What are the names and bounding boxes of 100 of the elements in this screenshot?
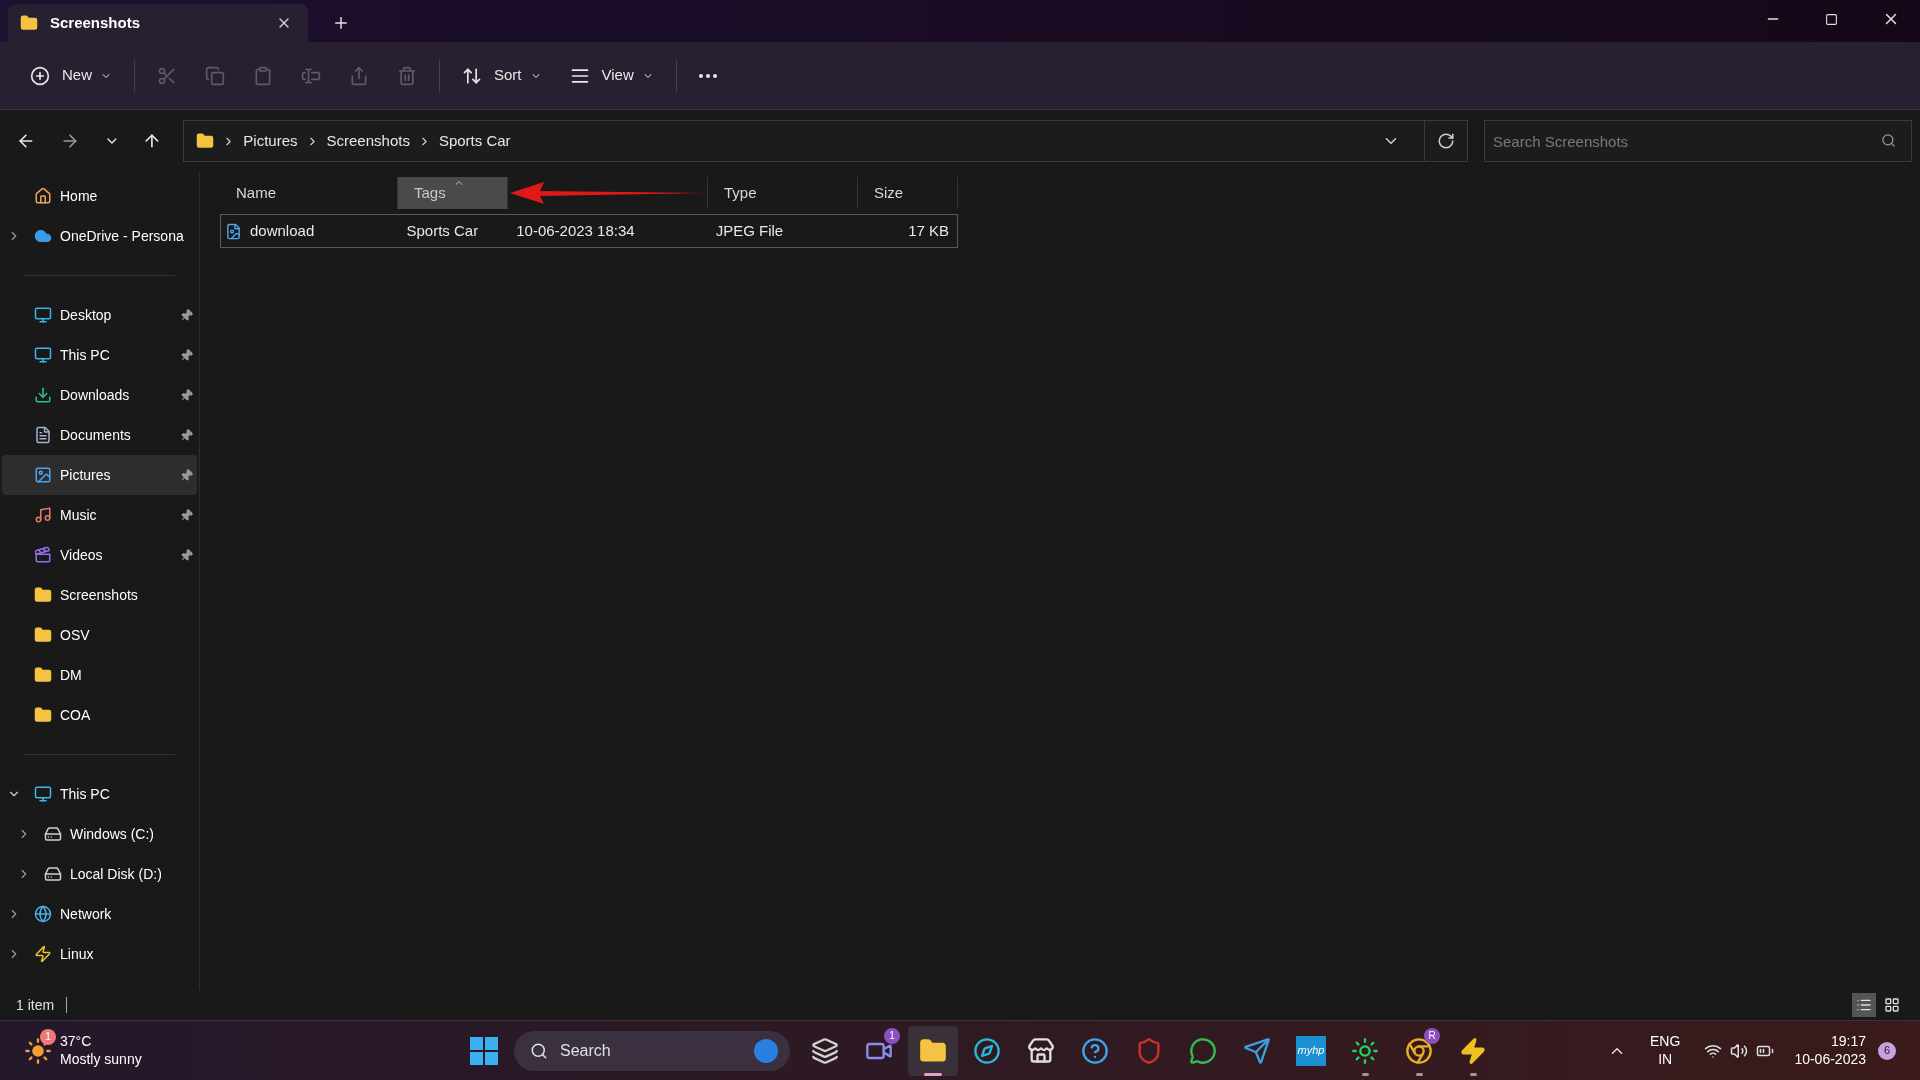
sidebar-item[interactable]: Documents — [2, 415, 197, 455]
sidebar-label: Videos — [60, 545, 104, 565]
column-header[interactable]: Type — [708, 177, 858, 209]
taskbar-app[interactable] — [908, 1025, 958, 1076]
refresh-icon[interactable] — [1437, 132, 1455, 150]
search-field[interactable]: Search Screenshots — [1484, 120, 1912, 162]
sidebar-item[interactable]: Local Disk (D:) — [2, 854, 197, 894]
window-tab[interactable]: Screenshots — [8, 4, 308, 42]
desktop-icon — [34, 306, 52, 324]
download-icon — [34, 386, 52, 404]
sidebar-item[interactable]: Windows (C:) — [2, 814, 197, 854]
sidebar-label: OneDrive - Persona — [60, 226, 185, 246]
sidebar-label: Local Disk (D:) — [70, 864, 163, 884]
chat-icon — [1189, 1036, 1217, 1065]
store-icon — [1027, 1036, 1055, 1065]
sidebar-item[interactable]: Downloads — [2, 375, 197, 415]
notification-badge[interactable]: 6 — [1878, 1041, 1896, 1060]
sidebar-label: Screenshots — [60, 585, 139, 605]
windows-stack-icon — [811, 1036, 839, 1065]
image-file-icon — [225, 222, 242, 240]
running-indicator — [1415, 1072, 1423, 1076]
taskbar-search-field[interactable]: Search — [514, 1030, 790, 1071]
home-icon — [34, 187, 52, 205]
cloud-icon — [34, 227, 52, 245]
volume-icon[interactable] — [1730, 1041, 1749, 1060]
breadcrumb-item[interactable]: Sports Car — [438, 129, 511, 153]
folder-icon — [20, 14, 38, 32]
paper-plane-icon — [1243, 1036, 1271, 1065]
music-icon — [34, 506, 52, 524]
sidebar-label: COA — [60, 705, 92, 725]
clock-date[interactable]: 10-06-2023 — [1794, 1050, 1866, 1068]
help-icon — [1081, 1036, 1109, 1065]
sidebar-label: This PC — [60, 345, 111, 365]
sidebar-label: Windows (C:) — [70, 824, 155, 844]
sidebar-item[interactable]: Network — [2, 894, 197, 934]
monitor-icon — [34, 785, 52, 803]
language-label[interactable]: IN — [1658, 1050, 1673, 1068]
folder-icon — [196, 132, 215, 150]
folder-icon — [919, 1036, 947, 1065]
notification-badge: 1 — [40, 1028, 56, 1045]
drive-icon — [44, 865, 62, 883]
restore-icon[interactable] — [1825, 12, 1838, 26]
breadcrumb-item[interactable]: Pictures — [243, 129, 298, 153]
details-view-button[interactable] — [1852, 993, 1876, 1017]
table-cell-text: Sports Car — [406, 220, 479, 241]
monitor-icon — [34, 346, 52, 364]
taskbar-app[interactable]: R — [1394, 1025, 1444, 1076]
sidebar-item[interactable]: OSV — [2, 615, 197, 655]
sidebar-item[interactable]: Pictures — [2, 455, 197, 495]
sidebar-item[interactable]: Videos — [2, 535, 197, 575]
clipboard-icon — [253, 65, 273, 86]
file-row[interactable]: download Sports Car 10-06-2023 18:34 JPEG File 17 KB — [220, 214, 958, 248]
plus-icon — [30, 65, 50, 86]
folder-icon — [34, 666, 52, 684]
app-badge: 1 — [884, 1027, 900, 1044]
lightning-icon — [1459, 1036, 1487, 1065]
sidebar-item[interactable]: DM — [2, 655, 197, 695]
folder-icon — [34, 706, 52, 724]
picture-icon — [34, 466, 52, 484]
more-icon — [698, 73, 717, 78]
copy-icon — [205, 65, 225, 86]
browser-icon — [973, 1036, 1001, 1065]
breadcrumb-item[interactable]: Screenshots — [326, 129, 410, 153]
item-count: 1 item — [16, 995, 55, 1015]
sidebar-item[interactable]: Home — [2, 176, 197, 216]
video-icon — [34, 546, 52, 564]
new-tab-icon[interactable] — [332, 14, 350, 32]
sidebar-item[interactable]: Music — [2, 495, 197, 535]
start-icon[interactable] — [470, 1036, 498, 1065]
trash-icon — [397, 65, 417, 86]
share-icon — [349, 65, 369, 86]
toolbar-menu-button[interactable]: New — [18, 55, 124, 96]
sidebar-item[interactable]: Screenshots — [2, 575, 197, 615]
taskbar-app[interactable]: 1 — [854, 1025, 904, 1076]
table-cell-text: 17 KB — [908, 220, 949, 241]
clock-time[interactable]: 19:17 — [1830, 1033, 1866, 1051]
sidebar-item[interactable]: Desktop — [2, 295, 197, 335]
sidebar-label: Music — [60, 505, 98, 525]
column-header[interactable]: Tags — [398, 177, 508, 209]
sidebar-item[interactable]: OneDrive - Persona — [2, 216, 197, 256]
sidebar-item[interactable]: This PC — [2, 335, 197, 375]
table-cell-text: download — [250, 220, 315, 241]
language-label[interactable]: ENG — [1650, 1033, 1681, 1051]
sidebar-label: DM — [60, 665, 83, 685]
sidebar-label: Documents — [60, 425, 132, 445]
weather-condition: Mostly sunny — [60, 1050, 142, 1068]
sidebar-label: Downloads — [60, 385, 131, 405]
taskbar-app[interactable]: myhp — [1286, 1025, 1336, 1076]
sidebar-label: Desktop — [60, 305, 113, 325]
column-header[interactable]: Size — [858, 177, 958, 209]
sidebar-item[interactable]: COA — [2, 695, 197, 735]
toolbar-menu-button[interactable]: View — [557, 55, 666, 96]
sidebar-item[interactable]: Linux — [2, 934, 197, 974]
toolbar-menu-button[interactable]: Sort — [450, 55, 554, 96]
scissors-icon — [157, 65, 177, 86]
search-icon[interactable] — [1881, 133, 1896, 148]
address-bar[interactable]: Pictures Screenshots Sports Car — [183, 120, 1468, 162]
sidebar-label: This PC — [60, 784, 111, 804]
lightning-icon — [34, 945, 52, 963]
sidebar-item[interactable]: This PC — [2, 774, 197, 814]
